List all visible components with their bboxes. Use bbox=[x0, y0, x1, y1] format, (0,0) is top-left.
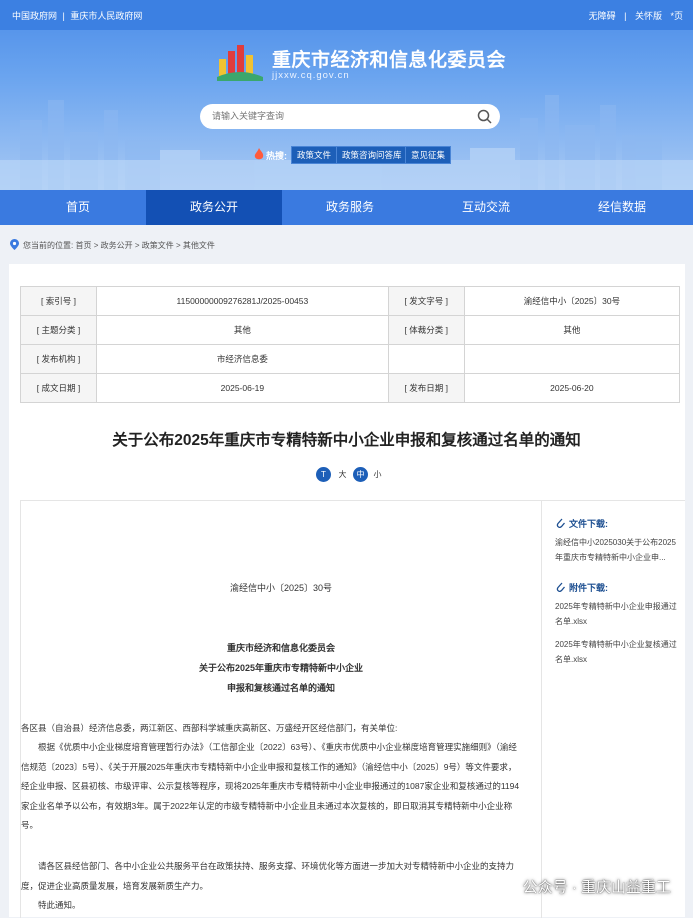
breadcrumb-policy[interactable]: 政策文件 bbox=[142, 241, 174, 250]
meta-value: 2025-06-19 bbox=[96, 373, 389, 403]
font-size-large[interactable]: 大 bbox=[335, 467, 350, 482]
breadcrumb-other[interactable]: 其他文件 bbox=[183, 241, 215, 250]
breadcrumb-sep: > bbox=[134, 241, 140, 250]
nav-interaction[interactable]: 互动交流 bbox=[418, 190, 554, 225]
doc-title-line2: 申报和复核通过名单的通知 bbox=[226, 683, 335, 693]
paperclip-icon bbox=[556, 582, 565, 592]
nav-data[interactable]: 经信数据 bbox=[554, 190, 690, 225]
meta-label: [ 发布日期 ] bbox=[387, 373, 465, 403]
cq-gov-link[interactable]: 重庆市人民政府网 bbox=[70, 11, 142, 21]
meta-value: 其他 bbox=[463, 315, 681, 345]
doc-number: 渝经信中小〔2025〕30号 bbox=[229, 583, 333, 593]
meta-value: 11500000009276281J/2025-00453 bbox=[96, 286, 389, 316]
nav-gov-affairs-open[interactable]: 政务公开 bbox=[146, 190, 282, 225]
main-nav: 首页 政务公开 政务服务 互动交流 经信数据 bbox=[0, 190, 693, 225]
doc-issuer: 重庆市经济和信息化委员会 bbox=[226, 643, 335, 653]
meta-label: [ 索引号 ] bbox=[20, 286, 97, 316]
meta-label: [ 发布机构 ] bbox=[20, 344, 97, 374]
site-logo bbox=[217, 45, 263, 81]
meta-empty bbox=[387, 344, 465, 374]
document-body: 渝经信中小〔2025〕30号 重庆市经济和信息化委员会 关于公布2025年重庆市… bbox=[20, 500, 542, 918]
gov-link[interactable]: 中国政府网 bbox=[12, 11, 57, 21]
meta-empty bbox=[463, 344, 681, 374]
top-links-left: 中国政府网 | 重庆市人民政府网 bbox=[12, 9, 145, 22]
doc-paragraph-1: 根据《优质中小企业梯度培育管理暂行办法》（工信部企业〔2022〕63号）、《重庆… bbox=[21, 742, 520, 830]
doc-title-line1: 关于公布2025年重庆市专精特新中小企业 bbox=[198, 663, 364, 673]
search-box bbox=[200, 104, 500, 129]
meta-value: 其他 bbox=[96, 315, 389, 345]
separator: | bbox=[624, 11, 627, 21]
location-icon bbox=[10, 239, 19, 250]
paperclip-icon bbox=[556, 518, 565, 528]
table-row: [ 索引号 ] 11500000009276281J/2025-00453 [ … bbox=[20, 286, 681, 316]
home-link[interactable]: *页 bbox=[670, 11, 683, 21]
breadcrumb-home[interactable]: 首页 bbox=[75, 241, 91, 250]
watermark: 公众号 · 重庆山益重工 bbox=[522, 879, 671, 896]
hot-tag-policy-files[interactable]: 政策文件 bbox=[291, 146, 338, 164]
hot-tag-opinion[interactable]: 意见征集 bbox=[405, 146, 452, 164]
table-row: [ 主题分类 ] 其他 [ 体裁分类 ] 其他 bbox=[20, 315, 681, 345]
hot-tag-qa-library[interactable]: 政策咨询问答库 bbox=[336, 146, 408, 164]
metadata-table: [ 索引号 ] 11500000009276281J/2025-00453 [ … bbox=[20, 286, 681, 403]
file-download-link[interactable]: 渝经信中小2025030关于公布2025年重庆市专精特新中小企业申... bbox=[555, 535, 680, 565]
fire-icon bbox=[254, 148, 264, 160]
search-icon[interactable] bbox=[477, 109, 492, 124]
breadcrumb-prefix: 您当前的位置: bbox=[23, 241, 74, 250]
top-links-right: 无障碍 | 关怀版 *页 bbox=[583, 9, 683, 22]
breadcrumb-sep: > bbox=[93, 241, 99, 250]
meta-label: [ 成文日期 ] bbox=[20, 373, 97, 403]
breadcrumb-sep: > bbox=[175, 241, 181, 250]
doc-salutation: 各区县（自治县）经济信息委，两江新区、西部科学城重庆高新区、万盛经开区经信部门，… bbox=[21, 723, 398, 733]
doc-closing: 特此通知。 bbox=[38, 900, 81, 910]
attachment-link[interactable]: 2025年专精特新中小企业复核通过名单.xlsx bbox=[555, 637, 680, 667]
breadcrumb: 您当前的位置: 首页 > 政务公开 > 政策文件 > 其他文件 bbox=[23, 240, 215, 251]
download-sidebar: 文件下载: 渝经信中小2025030关于公布2025年重庆市专精特新中小企业申.… bbox=[540, 500, 685, 681]
header-banner: 中国政府网 | 重庆市人民政府网 无障碍 | 关怀版 *页 重庆市经济和信息化委… bbox=[0, 0, 693, 190]
nav-gov-service[interactable]: 政务服务 bbox=[282, 190, 418, 225]
site-url: jjxxw.cq.gov.cn bbox=[272, 70, 350, 81]
meta-value: 市经济信息委 bbox=[96, 344, 389, 374]
meta-value: 渝经信中小〔2025〕30号 bbox=[463, 286, 681, 316]
site-title: 重庆市经济和信息化委员会 bbox=[272, 50, 507, 71]
font-size-small[interactable]: 小 bbox=[370, 467, 385, 482]
hot-search-label: 热搜: bbox=[266, 151, 287, 161]
attachment-link[interactable]: 2025年专精特新中小企业申报通过名单.xlsx bbox=[555, 599, 680, 629]
accessibility-link[interactable]: 无障碍 bbox=[589, 11, 616, 21]
care-mode-link[interactable]: 关怀版 bbox=[635, 11, 662, 21]
meta-label: [ 发文字号 ] bbox=[387, 286, 465, 316]
breadcrumb-gov-open[interactable]: 政务公开 bbox=[101, 241, 133, 250]
table-row: [ 成文日期 ] 2025-06-19 [ 发布日期 ] 2025-06-20 bbox=[20, 373, 681, 403]
document-title: 关于公布2025年重庆市专精特新中小企业申报和复核通过名单的通知 bbox=[112, 432, 581, 449]
meta-label: [ 主题分类 ] bbox=[20, 315, 97, 345]
font-size-label: T bbox=[316, 467, 331, 482]
doc-paragraph-2: 请各区县经信部门、各中小企业公共服务平台在政策扶持、服务支撑、环境优化等方面进一… bbox=[21, 861, 515, 891]
file-download-header: 文件下载: bbox=[569, 519, 608, 529]
search-input[interactable] bbox=[210, 110, 474, 122]
table-row: [ 发布机构 ] 市经济信息委 bbox=[20, 344, 681, 374]
meta-label: [ 体裁分类 ] bbox=[387, 315, 465, 345]
meta-value: 2025-06-20 bbox=[463, 373, 681, 403]
nav-home[interactable]: 首页 bbox=[10, 190, 146, 225]
font-size-medium[interactable]: 中 bbox=[353, 467, 368, 482]
attachment-download-header: 附件下载: bbox=[569, 583, 608, 593]
separator: | bbox=[62, 11, 65, 21]
